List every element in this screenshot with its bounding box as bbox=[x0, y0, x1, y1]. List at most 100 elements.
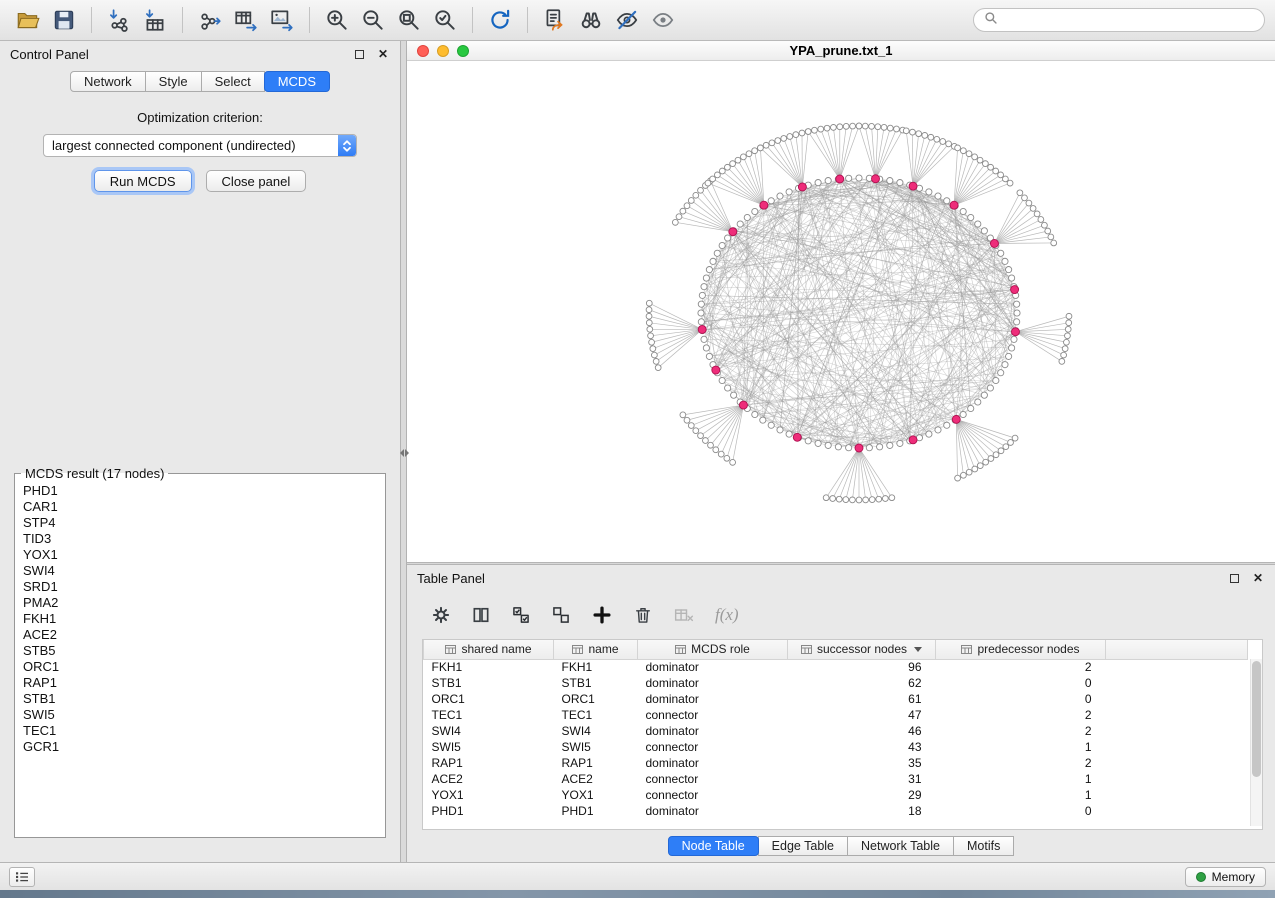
network-node[interactable] bbox=[786, 189, 792, 195]
network-node[interactable] bbox=[903, 128, 909, 134]
network-node[interactable] bbox=[831, 124, 837, 130]
columns-icon[interactable] bbox=[471, 605, 491, 625]
mcds-result-item[interactable]: RAP1 bbox=[23, 675, 385, 691]
network-node[interactable] bbox=[825, 177, 831, 183]
mcds-result-item[interactable]: ACE2 bbox=[23, 627, 385, 643]
network-node[interactable] bbox=[887, 125, 893, 131]
tab-mcds[interactable]: MCDS bbox=[264, 71, 330, 92]
table-row[interactable]: YOX1YOX1connector291 bbox=[424, 787, 1248, 803]
mcds-result-item[interactable]: PMA2 bbox=[23, 595, 385, 611]
network-node[interactable] bbox=[646, 307, 652, 313]
mcds-result-item[interactable]: PHD1 bbox=[23, 483, 385, 499]
network-node[interactable] bbox=[698, 301, 704, 307]
network-node[interactable] bbox=[650, 346, 656, 352]
network-node[interactable] bbox=[688, 198, 694, 204]
network-node[interactable] bbox=[787, 134, 793, 140]
network-node[interactable] bbox=[926, 431, 932, 437]
close-window-icon[interactable] bbox=[417, 45, 429, 57]
network-node[interactable] bbox=[981, 392, 987, 398]
close-table-panel-icon[interactable]: ✕ bbox=[1251, 571, 1265, 585]
network-node[interactable] bbox=[775, 138, 781, 144]
network-node[interactable] bbox=[698, 433, 704, 439]
network-node[interactable] bbox=[856, 497, 862, 503]
table-row[interactable]: SWI5SWI5connector431 bbox=[424, 739, 1248, 755]
network-node[interactable] bbox=[649, 339, 655, 345]
mcds-result-item[interactable]: GCR1 bbox=[23, 739, 385, 755]
mcds-result-item[interactable]: STB1 bbox=[23, 691, 385, 707]
network-node[interactable] bbox=[818, 126, 824, 132]
network-node[interactable] bbox=[1066, 313, 1072, 319]
network-node[interactable] bbox=[651, 352, 657, 358]
add-column-icon[interactable] bbox=[591, 604, 613, 626]
network-node[interactable] bbox=[1065, 326, 1071, 332]
network-node[interactable] bbox=[698, 310, 704, 316]
network-node[interactable] bbox=[737, 221, 743, 227]
network-node[interactable] bbox=[968, 405, 974, 411]
trash-icon[interactable] bbox=[633, 605, 653, 625]
table-row[interactable]: STB1STB1dominator620 bbox=[424, 675, 1248, 691]
network-node[interactable] bbox=[1002, 258, 1008, 264]
network-node[interactable] bbox=[725, 164, 731, 170]
network-node[interactable] bbox=[730, 459, 736, 465]
network-node[interactable] bbox=[710, 176, 716, 182]
column-header-shared-name[interactable]: shared name bbox=[424, 640, 554, 659]
network-node[interactable] bbox=[998, 370, 1004, 376]
network-dominator-node[interactable] bbox=[950, 201, 958, 209]
network-node[interactable] bbox=[1065, 333, 1071, 339]
network-node[interactable] bbox=[705, 180, 711, 186]
network-node[interactable] bbox=[975, 221, 981, 227]
zoom-in-button[interactable] bbox=[319, 4, 355, 36]
network-node[interactable] bbox=[815, 180, 821, 186]
network-node[interactable] bbox=[955, 475, 961, 481]
table-row[interactable]: RAP1RAP1dominator352 bbox=[424, 755, 1248, 771]
network-node[interactable] bbox=[982, 161, 988, 167]
splitter-handle-icon[interactable] bbox=[400, 449, 409, 457]
network-node[interactable] bbox=[972, 154, 978, 160]
network-node[interactable] bbox=[1045, 228, 1051, 234]
network-node[interactable] bbox=[916, 131, 922, 137]
zoom-out-button[interactable] bbox=[355, 4, 391, 36]
network-node[interactable] bbox=[875, 124, 881, 130]
network-node[interactable] bbox=[1061, 352, 1067, 358]
network-node[interactable] bbox=[1003, 176, 1009, 182]
network-dominator-node[interactable] bbox=[909, 182, 917, 190]
network-canvas[interactable] bbox=[407, 61, 1275, 562]
network-dominator-node[interactable] bbox=[855, 444, 863, 452]
network-node[interactable] bbox=[922, 133, 928, 139]
network-node[interactable] bbox=[1009, 275, 1015, 281]
network-node[interactable] bbox=[823, 495, 829, 501]
network-node[interactable] bbox=[793, 132, 799, 138]
network-node[interactable] bbox=[877, 444, 883, 450]
network-node[interactable] bbox=[1002, 362, 1008, 368]
network-dominator-node[interactable] bbox=[952, 415, 960, 423]
network-node[interactable] bbox=[934, 136, 940, 142]
network-node[interactable] bbox=[961, 472, 967, 478]
tab-edge-table[interactable]: Edge Table bbox=[758, 836, 848, 856]
network-node[interactable] bbox=[781, 136, 787, 142]
memory-button[interactable]: Memory bbox=[1185, 867, 1266, 887]
network-node[interactable] bbox=[928, 134, 934, 140]
network-node[interactable] bbox=[881, 124, 887, 130]
network-node[interactable] bbox=[1034, 211, 1040, 217]
network-node[interactable] bbox=[769, 140, 775, 146]
close-mcds-panel-button[interactable]: Close panel bbox=[206, 170, 307, 192]
tab-select[interactable]: Select bbox=[201, 71, 265, 92]
column-header-successor-nodes[interactable]: successor nodes bbox=[788, 640, 936, 659]
apply-layout-button[interactable] bbox=[482, 4, 518, 36]
network-dominator-node[interactable] bbox=[1011, 328, 1019, 336]
network-node[interactable] bbox=[730, 161, 736, 167]
network-node[interactable] bbox=[708, 442, 714, 448]
network-node[interactable] bbox=[777, 427, 783, 433]
network-node[interactable] bbox=[703, 345, 709, 351]
network-node[interactable] bbox=[960, 148, 966, 154]
network-node[interactable] bbox=[646, 300, 652, 306]
column-header-mcds-role[interactable]: MCDS role bbox=[638, 640, 788, 659]
network-node[interactable] bbox=[1042, 222, 1048, 228]
network-node[interactable] bbox=[850, 123, 856, 129]
network-node[interactable] bbox=[830, 496, 836, 502]
network-node[interactable] bbox=[752, 148, 758, 154]
mcds-result-list[interactable]: PHD1CAR1STP4TID3YOX1SWI4SRD1PMA2FKH1ACE2… bbox=[15, 481, 385, 755]
network-node[interactable] bbox=[993, 168, 999, 174]
mcds-result-item[interactable]: STP4 bbox=[23, 515, 385, 531]
network-node[interactable] bbox=[744, 214, 750, 220]
